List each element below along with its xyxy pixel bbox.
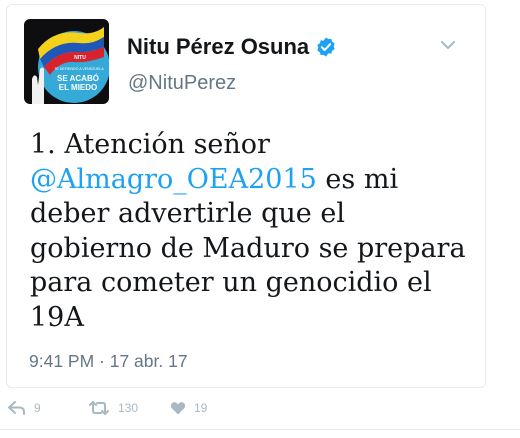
tweet-timestamp[interactable]: 9:41 PM · 17 abr. 17 — [29, 351, 188, 372]
reply-count: 9 — [34, 401, 41, 415]
retweet-button[interactable]: 130 — [88, 401, 138, 415]
tweet-text: 1. Atención señor @Almagro_OEA2015 es mi… — [30, 128, 475, 335]
avatar-tagline: TE DEFIENDO A VENEZUELA — [54, 67, 104, 71]
like-count: 19 — [194, 401, 208, 415]
avatar-image: NITU TE DEFIENDO A VENEZUELA SE ACABÓ EL… — [24, 19, 109, 104]
avatar-slogan-line1: SE ACABÓ — [57, 74, 99, 83]
tweet-card: NITU TE DEFIENDO A VENEZUELA SE ACABÓ EL… — [6, 4, 486, 388]
like-icon — [170, 402, 186, 415]
reply-icon — [8, 401, 25, 415]
tweet-text-prefix: 1. Atención señor — [30, 129, 270, 160]
author-name-row[interactable]: Nitu Pérez Osuna — [127, 34, 337, 60]
author-handle[interactable]: @NituPerez — [128, 72, 236, 95]
author-name[interactable]: Nitu Pérez Osuna — [127, 34, 309, 60]
retweet-icon — [89, 401, 109, 415]
reply-button[interactable]: 9 — [8, 401, 41, 415]
avatar-slogan-line2: EL MIEDO — [59, 83, 98, 92]
tweet-actions: 9 130 19 — [0, 397, 520, 427]
retweet-count: 130 — [118, 401, 139, 415]
avatar-small-label: NITU — [74, 55, 86, 61]
bottom-divider — [0, 429, 520, 430]
chevron-down-icon[interactable] — [440, 39, 456, 51]
verified-badge-icon — [317, 37, 335, 57]
mention-link[interactable]: @Almagro_OEA2015 — [30, 164, 317, 195]
avatar[interactable]: NITU TE DEFIENDO A VENEZUELA SE ACABÓ EL… — [24, 19, 109, 104]
like-button[interactable]: 19 — [170, 401, 207, 415]
